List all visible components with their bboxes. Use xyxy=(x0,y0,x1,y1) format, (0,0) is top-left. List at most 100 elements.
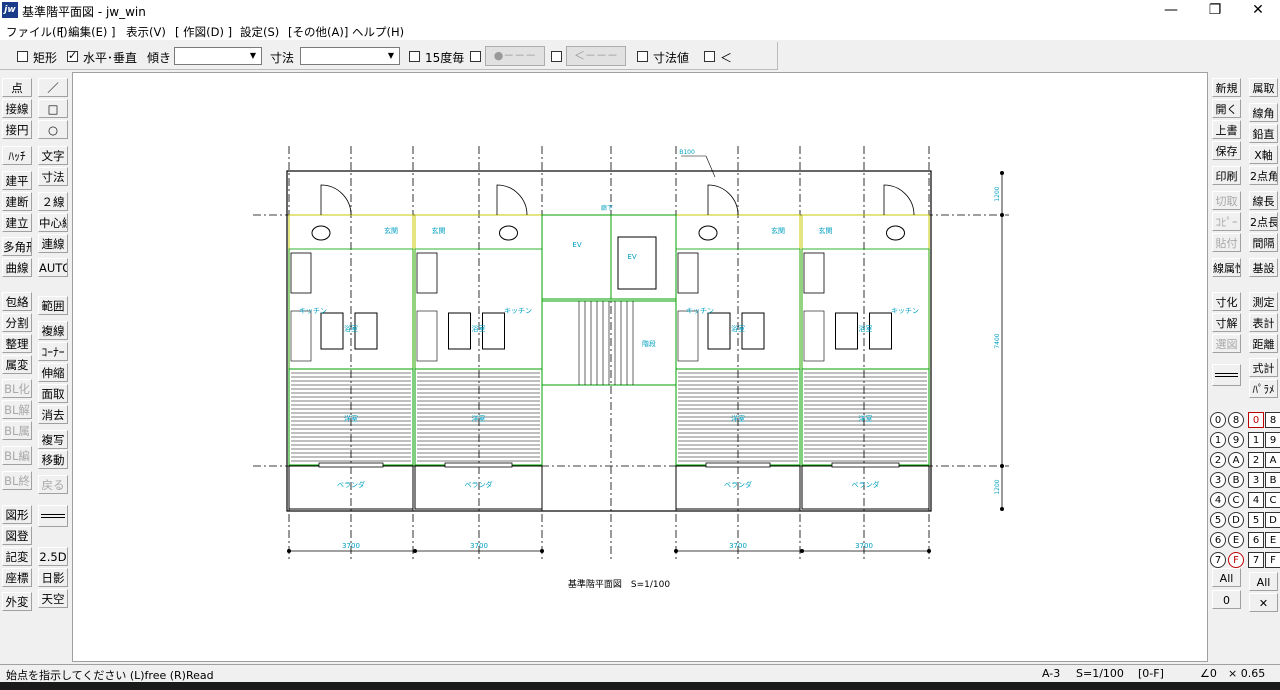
rtool-6-button[interactable]: ｺﾋﾟｰ xyxy=(1212,212,1241,231)
maximize-button[interactable]: ❐ xyxy=(1193,0,1237,22)
layer-2-button[interactable]: A xyxy=(1228,452,1244,468)
tool2-1-button[interactable]: □ xyxy=(38,99,68,118)
arrow-button[interactable]: ＜－－－ xyxy=(566,46,626,66)
layer-group-4-button[interactable]: 4 xyxy=(1210,492,1226,508)
status-layer[interactable]: [0-F] xyxy=(1138,667,1164,680)
layer-right-2-button[interactable]: 2 xyxy=(1248,452,1264,468)
rtool-3-button[interactable]: 保存 xyxy=(1212,141,1241,160)
drawing-canvas[interactable]: ベランダ 洋室 玄関 キッチン 浴室 ベランダ 洋室 玄関 キッチン 浴室 ベランダ 洋室 玄関 キッチン… xyxy=(72,72,1208,662)
rtool-5-button[interactable]: 切取 xyxy=(1212,191,1241,210)
tool-17-button[interactable]: BL終 xyxy=(2,471,32,490)
tool2-8-button[interactable]: AUTO xyxy=(38,258,68,277)
tool-18-button[interactable]: 図形 xyxy=(2,505,32,524)
tool2-13-button[interactable]: 面取 xyxy=(38,384,68,403)
tool2-15-button[interactable]: 複写 xyxy=(38,430,68,449)
menu-file[interactable]: ファイル(F) xyxy=(6,24,68,40)
tool-6-button[interactable]: 建立 xyxy=(2,213,32,232)
layer-right-0-button[interactable]: 0 xyxy=(1248,412,1264,428)
tool2-16-button[interactable]: 移動 xyxy=(38,450,68,469)
layer-right2-6-button[interactable]: E xyxy=(1265,532,1280,548)
layer-1-button[interactable]: 9 xyxy=(1228,432,1244,448)
layer-right2-7-button[interactable]: F xyxy=(1265,552,1280,568)
tool2-2-button[interactable]: ○ xyxy=(38,120,68,139)
rtool2-1-button[interactable]: 線角 xyxy=(1249,103,1278,122)
layer-group-2-button[interactable]: 2 xyxy=(1210,452,1226,468)
rtool2-12-button[interactable]: 式計 xyxy=(1249,358,1278,377)
layer-group-5-button[interactable]: 5 xyxy=(1210,512,1226,528)
tool-14-button[interactable]: BL解 xyxy=(2,400,32,419)
tool2-5-button[interactable]: ２線 xyxy=(38,192,68,211)
rtool-15-button[interactable]: 0 xyxy=(1212,590,1241,609)
lt-checkbox[interactable] xyxy=(704,51,715,62)
tool2-11-button[interactable]: ｺｰﾅｰ xyxy=(38,342,68,361)
rtool2-13-button[interactable]: ﾊﾟﾗﾒ xyxy=(1249,379,1278,398)
tool-4-button[interactable]: 建平 xyxy=(2,171,32,190)
rtool-8-button[interactable]: 線属性 xyxy=(1212,258,1241,277)
rtool2-5-button[interactable]: 線長 xyxy=(1249,191,1278,210)
menu-other[interactable]: [その他(A)] xyxy=(288,24,348,40)
tool2-10-button[interactable]: 複線 xyxy=(38,321,68,340)
tool2-6-button[interactable]: 中心線 xyxy=(38,213,68,232)
rtool-7-button[interactable]: 貼付 xyxy=(1212,233,1241,252)
tool-21-button[interactable]: 座標 xyxy=(2,568,32,587)
tool-7-button[interactable]: 多角形 xyxy=(2,237,32,256)
rtool-11-button[interactable]: 選図 xyxy=(1212,334,1241,353)
tool2-20-button[interactable]: 日影 xyxy=(38,568,68,587)
tool-13-button[interactable]: BL化 xyxy=(2,379,32,398)
layer-right2-1-button[interactable]: 9 xyxy=(1265,432,1280,448)
layer-right-7-button[interactable]: 7 xyxy=(1248,552,1264,568)
rect-checkbox[interactable] xyxy=(17,51,28,62)
tool-1-button[interactable]: 接線 xyxy=(2,99,32,118)
status-zoom[interactable]: × 0.65 xyxy=(1228,667,1265,680)
rtool2-3-button[interactable]: X軸 xyxy=(1249,145,1278,164)
tool-3-button[interactable]: ﾊｯﾁ xyxy=(2,146,32,165)
tool2-3-button[interactable]: 文字 xyxy=(38,146,68,165)
rtool-1-button[interactable]: 開く xyxy=(1212,99,1241,118)
rtool-0-button[interactable]: 新規 xyxy=(1212,78,1241,97)
dot-button[interactable]: ●－－－ xyxy=(485,46,545,66)
tool2-12-button[interactable]: 伸縮 xyxy=(38,363,68,382)
tool2-17-button[interactable]: 戻る xyxy=(38,475,68,494)
rtool2-8-button[interactable]: 基設 xyxy=(1249,258,1278,277)
layer-group-6-button[interactable]: 6 xyxy=(1210,532,1226,548)
tool2-7-button[interactable]: 連線 xyxy=(38,234,68,253)
menu-edit[interactable]: [ 編集(E) ] xyxy=(60,24,116,40)
layer-4-button[interactable]: C xyxy=(1228,492,1244,508)
status-scale[interactable]: S=1/100 xyxy=(1076,667,1124,680)
arrow-checkbox[interactable] xyxy=(551,51,562,62)
menu-settings[interactable]: 設定(S) xyxy=(240,24,279,40)
rtool-9-button[interactable]: 寸化 xyxy=(1212,292,1241,311)
rtool2-9-button[interactable]: 測定 xyxy=(1249,292,1278,311)
tool-2-button[interactable]: 接円 xyxy=(2,120,32,139)
minimize-button[interactable]: — xyxy=(1149,0,1193,22)
rtool2-10-button[interactable]: 表計 xyxy=(1249,313,1278,332)
layer-3-button[interactable]: B xyxy=(1228,472,1244,488)
rtool-14-button[interactable]: All xyxy=(1212,568,1241,587)
layer-right2-3-button[interactable]: B xyxy=(1265,472,1280,488)
layer-7-button[interactable]: F xyxy=(1228,552,1244,568)
rtool2-2-button[interactable]: 鉛直 xyxy=(1249,124,1278,143)
tool-0-button[interactable]: 点 xyxy=(2,78,32,97)
layer-0-button[interactable]: 8 xyxy=(1228,412,1244,428)
layer-right-5-button[interactable]: 5 xyxy=(1248,512,1264,528)
tool2-21-button[interactable]: 天空 xyxy=(38,589,68,608)
layer-right-1-button[interactable]: 1 xyxy=(1248,432,1264,448)
layer-5-button[interactable]: D xyxy=(1228,512,1244,528)
tool-20-button[interactable]: 記変 xyxy=(2,547,32,566)
layer-group-3-button[interactable]: 3 xyxy=(1210,472,1226,488)
tool-22-button[interactable]: 外変 xyxy=(2,592,32,611)
tool-16-button[interactable]: BL編 xyxy=(2,446,32,465)
rtool2-14-button[interactable]: All xyxy=(1249,572,1278,591)
layer-right2-4-button[interactable]: C xyxy=(1265,492,1280,508)
close-button[interactable]: ✕ xyxy=(1236,0,1280,22)
rtool-12-button[interactable] xyxy=(1212,364,1241,386)
rtool-10-button[interactable]: 寸解 xyxy=(1212,313,1241,332)
status-angle[interactable]: ∠0 xyxy=(1200,667,1217,680)
status-paper[interactable]: A-3 xyxy=(1042,667,1060,680)
tool-8-button[interactable]: 曲線 xyxy=(2,258,32,277)
layer-6-button[interactable]: E xyxy=(1228,532,1244,548)
rtool2-4-button[interactable]: 2点角 xyxy=(1249,166,1278,185)
layer-right-4-button[interactable]: 4 xyxy=(1248,492,1264,508)
tool-15-button[interactable]: BL属 xyxy=(2,421,32,440)
tool2-0-button[interactable]: ／ xyxy=(38,78,68,97)
